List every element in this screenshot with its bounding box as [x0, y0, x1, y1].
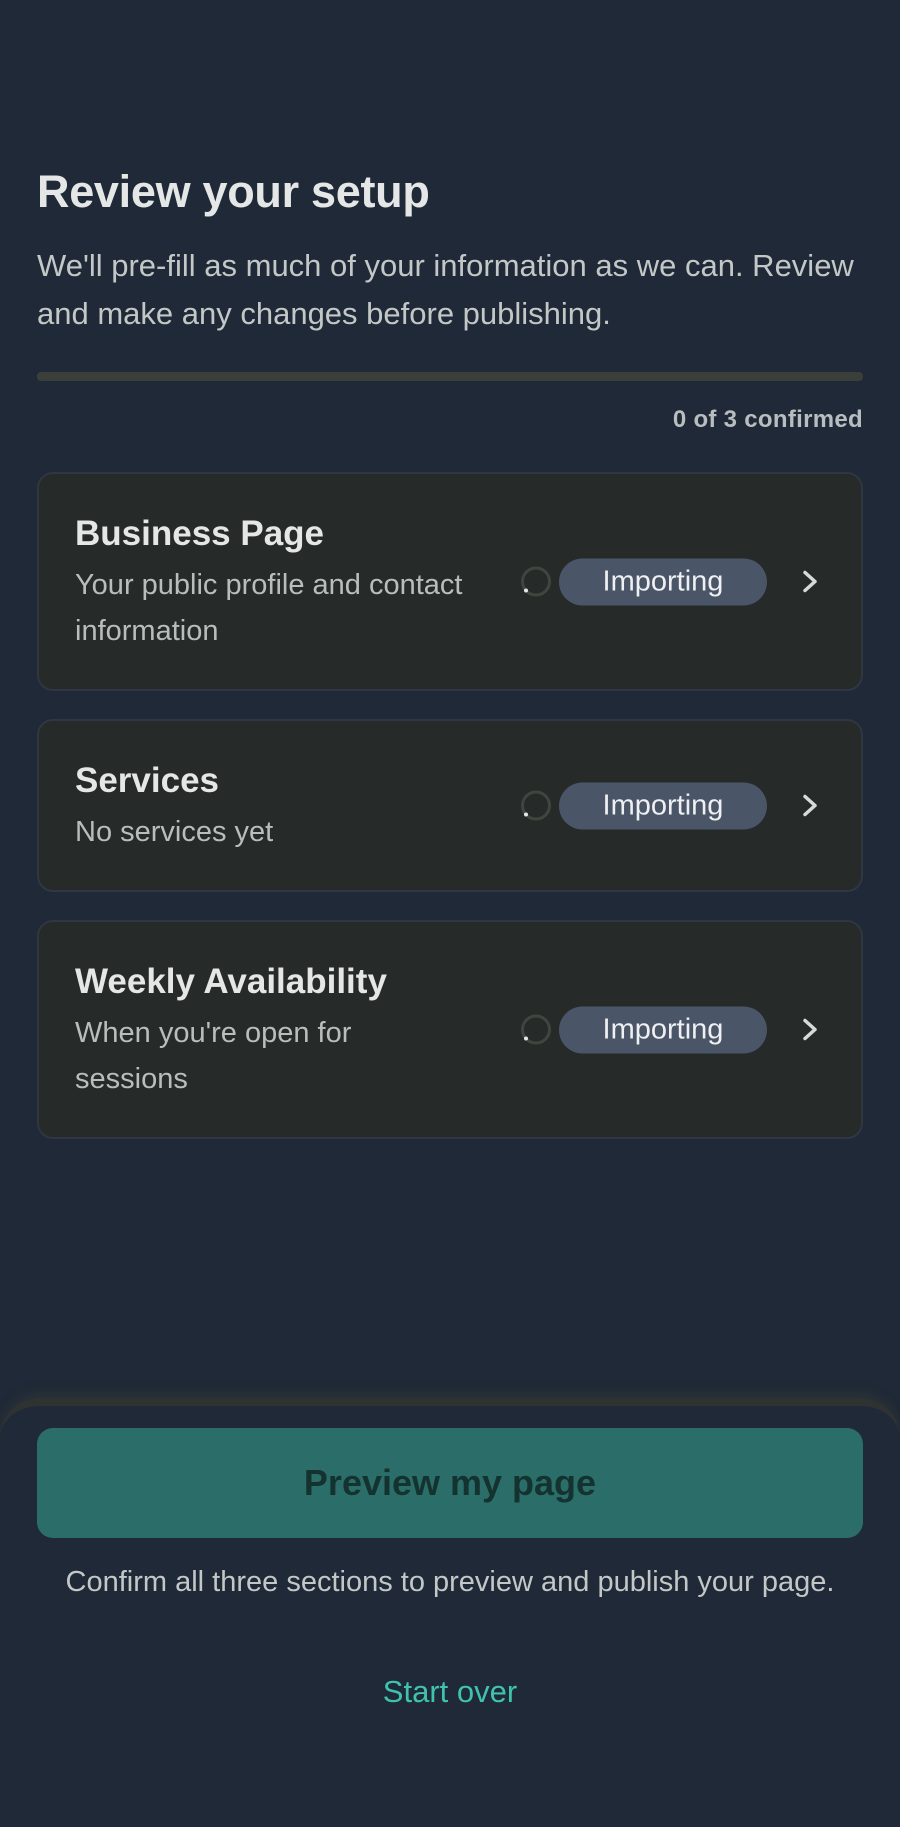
- section-card-description: When you're open for sessions: [75, 1017, 352, 1095]
- loading-spinner-icon: [521, 566, 551, 597]
- section-card-text: Business Page Your public profile and co…: [39, 474, 469, 654]
- chevron-right-icon: [803, 570, 817, 593]
- start-over-link[interactable]: Start over: [0, 1674, 900, 1710]
- section-card-text: Services No services yet: [39, 721, 469, 855]
- progress-label: 0 of 3 confirmed: [672, 406, 863, 433]
- main-content: Review your setup We'll pre-fill as much…: [37, 164, 863, 1167]
- review-setup-page: Review your setup We'll pre-fill as much…: [0, 0, 900, 1827]
- page-subtitle: We'll pre-fill as much of your informati…: [37, 248, 854, 331]
- section-card-status: Importing: [521, 558, 821, 605]
- progress-bar: [37, 372, 863, 381]
- section-card-title: Services: [75, 761, 220, 800]
- status-badge: Importing: [559, 558, 767, 605]
- section-card-title: Weekly Availability: [75, 962, 387, 1001]
- chevron-right-icon: [803, 1018, 817, 1041]
- section-card-services[interactable]: Services No services yet Importing: [37, 719, 863, 892]
- page-title: Review your setup: [37, 166, 430, 217]
- bottom-action-sheet: Preview my page Confirm all three sectio…: [0, 1398, 900, 1827]
- preview-my-page-button[interactable]: Preview my page: [37, 1428, 863, 1538]
- loading-spinner-icon: [521, 790, 551, 821]
- section-card-text: Weekly Availability When you're open for…: [39, 922, 469, 1102]
- chevron-right-icon: [803, 794, 817, 817]
- section-card-description: Your public profile and contact informat…: [75, 569, 463, 647]
- confirm-hint-text: Confirm all three sections to preview an…: [65, 1566, 835, 1598]
- section-card-business-page[interactable]: Business Page Your public profile and co…: [37, 472, 863, 691]
- section-card-description: No services yet: [75, 816, 274, 848]
- section-card-weekly-availability[interactable]: Weekly Availability When you're open for…: [37, 920, 863, 1139]
- section-list: Business Page Your public profile and co…: [37, 472, 863, 1139]
- status-badge: Importing: [559, 1006, 767, 1053]
- loading-spinner-icon: [521, 1014, 551, 1045]
- section-card-status: Importing: [521, 782, 821, 829]
- section-card-status: Importing: [521, 1006, 821, 1053]
- section-card-title: Business Page: [75, 514, 324, 553]
- status-badge: Importing: [559, 782, 767, 829]
